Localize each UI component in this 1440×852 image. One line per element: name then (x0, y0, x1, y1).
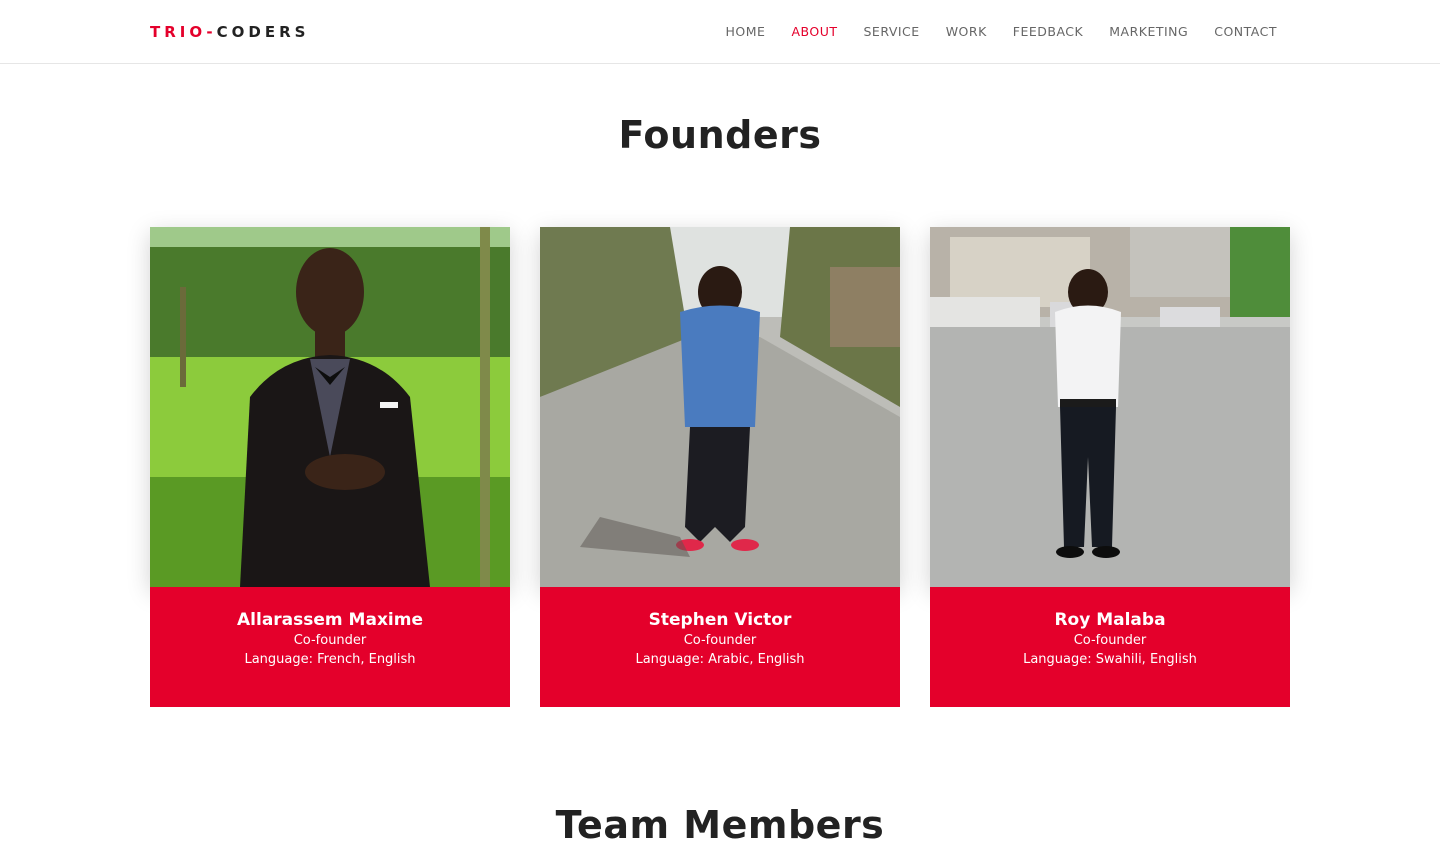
nav-work[interactable]: WORK (946, 22, 987, 42)
top-navigation-bar: TRIO-CODERS HOME ABOUT SERVICE WORK FEED… (0, 0, 1440, 64)
founder-role: Co-founder (293, 633, 367, 648)
nav-service[interactable]: SERVICE (863, 22, 919, 42)
nav-feedback[interactable]: FEEDBACK (1013, 22, 1083, 42)
nav-about[interactable]: ABOUT (791, 22, 837, 42)
founder-photo-image (150, 227, 510, 587)
founder-card: Stephen Victor Co-founder Language: Arab… (540, 227, 900, 707)
founder-language: Language: French, English (244, 652, 416, 667)
nav-marketing[interactable]: MARKETING (1109, 22, 1188, 42)
founder-name: Allarassem Maxime (237, 610, 423, 630)
founder-card: Roy Malaba Co-founder Language: Swahili,… (930, 227, 1290, 707)
founder-language: Language: Arabic, English (635, 652, 805, 667)
founder-role: Co-founder (683, 633, 757, 648)
founder-photo (540, 227, 900, 587)
founders-heading: Founders (618, 113, 822, 157)
founder-role: Co-founder (1073, 633, 1147, 648)
founder-photo (150, 227, 510, 587)
founder-info: Allarassem Maxime Co-founder Language: F… (150, 587, 510, 707)
founder-name: Stephen Victor (648, 610, 792, 630)
team-members-heading: Team Members (555, 803, 885, 847)
brand-logo-part-2: CODERS (216, 23, 310, 41)
founder-photo-image (930, 227, 1290, 587)
founder-language: Language: Swahili, English (1023, 652, 1197, 667)
main-menu: HOME ABOUT SERVICE WORK FEEDBACK MARKETI… (700, 0, 1277, 64)
founder-name: Roy Malaba (1054, 610, 1166, 630)
nav-contact[interactable]: CONTACT (1214, 22, 1277, 42)
founder-card: Allarassem Maxime Co-founder Language: F… (150, 227, 510, 707)
nav-home[interactable]: HOME (726, 22, 766, 42)
founder-photo (930, 227, 1290, 587)
founder-info: Roy Malaba Co-founder Language: Swahili,… (930, 587, 1290, 707)
brand-logo[interactable]: TRIO-CODERS (150, 22, 309, 42)
founder-info: Stephen Victor Co-founder Language: Arab… (540, 587, 900, 707)
brand-logo-part-1: TRIO- (150, 23, 217, 41)
founder-photo-image (540, 227, 900, 587)
